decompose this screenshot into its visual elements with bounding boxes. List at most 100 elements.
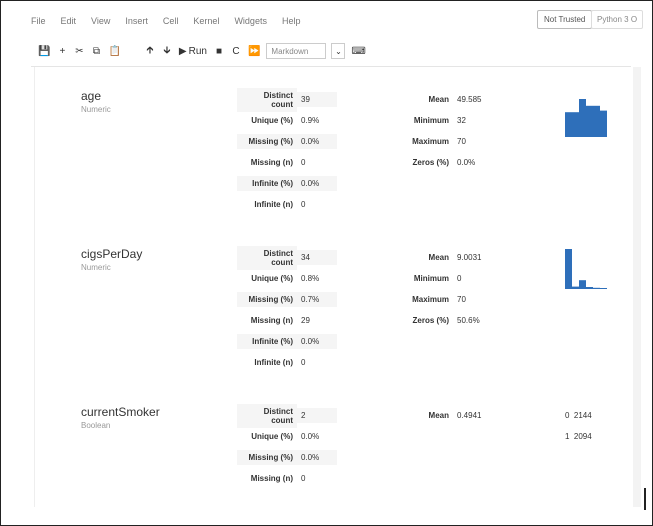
menu-insert[interactable]: Insert bbox=[125, 16, 148, 26]
stat-row: Missing (%) 0.7% bbox=[237, 289, 357, 310]
stat-row: Infinite (%) 0.0% bbox=[237, 173, 357, 194]
stat-row: Infinite (%) 0.0% bbox=[237, 331, 357, 352]
stat-row: Maximum 70 bbox=[393, 289, 513, 310]
stat-value: 0.9% bbox=[301, 116, 320, 125]
stat-row: Distinct count 39 bbox=[237, 87, 357, 112]
menu-kernel[interactable]: Kernel bbox=[193, 16, 219, 26]
copy-icon[interactable]: ⧉ bbox=[90, 43, 102, 59]
stat-value: 29 bbox=[301, 316, 310, 325]
move-down-icon[interactable]: 🡳 bbox=[161, 43, 173, 59]
stat-label: Mean bbox=[428, 253, 449, 262]
stat-label: Zeros (%) bbox=[412, 158, 449, 167]
move-up-icon[interactable]: 🡱 bbox=[144, 43, 156, 59]
cut-icon[interactable]: ✂ bbox=[73, 43, 85, 59]
chevron-down-icon[interactable]: ⌄ bbox=[331, 43, 346, 59]
stat-value: 39 bbox=[297, 92, 337, 107]
stats-table-right: Mean 9.0031 Minimum 0 Maximum 70 Zeros (%) 5… bbox=[393, 247, 513, 331]
cell-type-select[interactable]: Markdown bbox=[266, 43, 327, 59]
histogram-bar bbox=[579, 280, 586, 289]
scrollbar-track[interactable] bbox=[633, 67, 641, 507]
stat-value: 0.0% bbox=[297, 176, 337, 191]
value-count: 2144 bbox=[573, 411, 592, 420]
variable-name: cigsPerDay bbox=[81, 247, 143, 261]
value-count-row: 0 2144 bbox=[565, 405, 592, 426]
stat-label: Minimum bbox=[413, 274, 449, 283]
stat-value: 0.0% bbox=[297, 450, 337, 465]
fast-forward-icon[interactable]: ⏩ bbox=[247, 43, 261, 59]
menu-file[interactable]: File bbox=[31, 16, 46, 26]
histogram-bar bbox=[593, 105, 600, 137]
menu-view[interactable]: View bbox=[91, 16, 110, 26]
stat-label: Missing (%) bbox=[237, 292, 297, 307]
menu-bar: File Edit View Insert Cell Kernel Widget… bbox=[31, 11, 300, 31]
trusted-indicator[interactable]: Not Trusted bbox=[537, 10, 593, 29]
value-key: 0 bbox=[565, 411, 570, 420]
stat-value: 2 bbox=[297, 408, 337, 423]
run-button[interactable]: ▶ Run bbox=[178, 43, 208, 59]
stat-row: Infinite (n) 0 bbox=[237, 352, 357, 373]
stat-row: Mean 9.0031 bbox=[393, 247, 513, 268]
stat-value: 0 bbox=[457, 274, 462, 283]
stat-label: Infinite (%) bbox=[237, 176, 297, 191]
stat-label: Infinite (%) bbox=[237, 334, 297, 349]
stat-label: Unique (%) bbox=[251, 274, 293, 283]
stats-table-right: Mean 0.4941 bbox=[393, 405, 513, 426]
stop-icon[interactable]: ■ bbox=[213, 43, 225, 59]
menu-cell[interactable]: Cell bbox=[163, 16, 179, 26]
menu-edit[interactable]: Edit bbox=[61, 16, 77, 26]
stat-label: Missing (n) bbox=[250, 316, 293, 325]
value-counts: 0 2144 1 2094 bbox=[565, 405, 592, 447]
histogram-bar bbox=[565, 249, 572, 289]
stat-label: Infinite (n) bbox=[254, 200, 293, 209]
stat-row: Mean 0.4941 bbox=[393, 405, 513, 426]
stat-row: Distinct count 2 bbox=[237, 403, 357, 428]
stat-label: Mean bbox=[428, 411, 449, 420]
restart-icon[interactable]: C bbox=[230, 43, 242, 59]
stat-value: 32 bbox=[457, 116, 466, 125]
add-cell-icon[interactable]: + bbox=[56, 43, 68, 59]
stat-value: 70 bbox=[457, 137, 466, 146]
stat-label: Unique (%) bbox=[251, 432, 293, 441]
scrollbar-thumb[interactable] bbox=[644, 488, 646, 510]
histogram-bar bbox=[600, 288, 607, 289]
stat-value: 0 bbox=[301, 474, 306, 483]
variable-name: currentSmoker bbox=[81, 405, 160, 419]
stat-value: 0 bbox=[301, 358, 306, 367]
stat-row: Minimum 0 bbox=[393, 268, 513, 289]
stat-value: 0.7% bbox=[297, 292, 337, 307]
stat-value: 0.0% bbox=[297, 334, 337, 349]
stat-row: Zeros (%) 0.0% bbox=[393, 152, 513, 173]
stat-label: Distinct count bbox=[237, 245, 297, 270]
stat-value: 49.585 bbox=[457, 95, 482, 104]
stat-label: Mean bbox=[428, 95, 449, 104]
kernel-status-icon: O bbox=[630, 15, 638, 24]
stat-value: 0.0% bbox=[297, 134, 337, 149]
variable-type: Numeric bbox=[81, 263, 111, 272]
stat-value: 0.0% bbox=[301, 432, 320, 441]
menu-widgets[interactable]: Widgets bbox=[234, 16, 267, 26]
histogram-bar bbox=[586, 287, 593, 289]
stats-table-left: Distinct count 39 Unique (%) 0.9% Missing … bbox=[237, 87, 357, 215]
toolbar: 💾 + ✂ ⧉ 📋 🡱 🡳 ▶ Run ■ C ⏩ Markdown ⌄ ⌨ bbox=[37, 41, 367, 61]
paste-icon[interactable]: 📋 bbox=[107, 43, 121, 59]
variable-type: Boolean bbox=[81, 421, 111, 430]
histogram-bar bbox=[565, 112, 572, 137]
stat-row: Minimum 32 bbox=[393, 110, 513, 131]
keyboard-icon[interactable]: ⌨ bbox=[350, 43, 366, 59]
stat-label: Maximum bbox=[412, 295, 449, 304]
stats-table-right: Mean 49.585 Minimum 32 Maximum 70 Zeros (%)… bbox=[393, 89, 513, 173]
stat-row: Missing (n) 0 bbox=[237, 152, 357, 173]
notebook-window: File Edit View Insert Cell Kernel Widget… bbox=[0, 0, 653, 526]
stats-table-left: Distinct count 34 Unique (%) 0.8% Missing … bbox=[237, 245, 357, 373]
stat-row: Zeros (%) 50.6% bbox=[393, 310, 513, 331]
stat-row: Mean 49.585 bbox=[393, 89, 513, 110]
stat-row: Unique (%) 0.9% bbox=[237, 110, 357, 131]
histogram-age bbox=[565, 99, 607, 137]
stat-label: Missing (%) bbox=[237, 134, 297, 149]
stat-label: Missing (%) bbox=[237, 450, 297, 465]
histogram-bar bbox=[593, 287, 600, 289]
kernel-indicator: Python 3 O bbox=[591, 10, 644, 29]
save-icon[interactable]: 💾 bbox=[37, 43, 51, 59]
stats-table-left: Distinct count 2 Unique (%) 0.0% Missing (… bbox=[237, 403, 357, 489]
menu-help[interactable]: Help bbox=[282, 16, 301, 26]
